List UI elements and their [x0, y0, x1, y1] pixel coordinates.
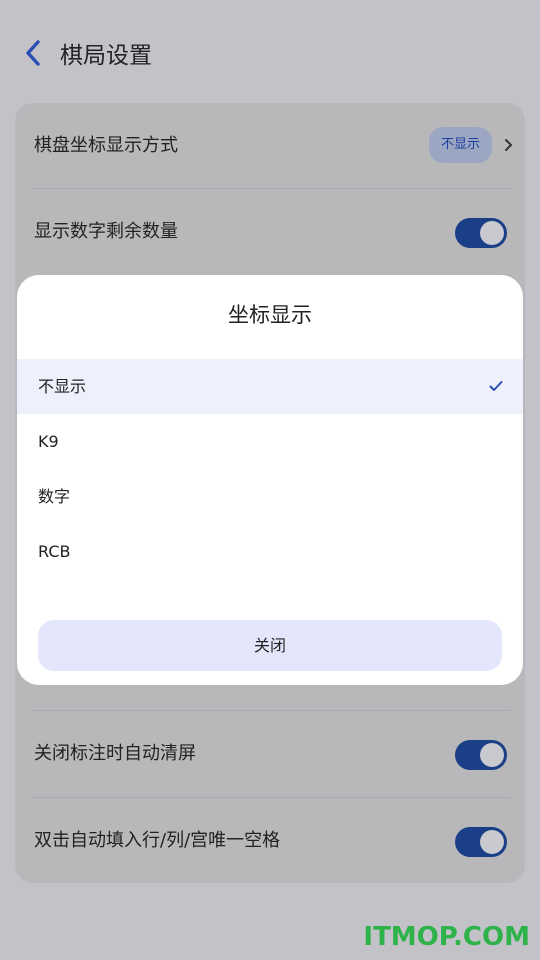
back-arrow-icon[interactable] [22, 38, 44, 68]
setting-label: 双击自动填入行/列/宫唯一空格 [34, 830, 281, 851]
setting-label: 棋盘坐标显示方式 [34, 135, 178, 156]
setting-row-show-remaining-count: 显示数字剩余数量 [15, 189, 525, 275]
option-label: 不显示 [38, 377, 87, 396]
close-button[interactable]: 关闭 [38, 620, 502, 671]
option-rcb[interactable]: RCB [17, 524, 523, 579]
page-title: 棋局设置 [60, 43, 152, 69]
dialog-title: 坐标显示 [228, 303, 312, 327]
option-none[interactable]: 不显示 [17, 359, 523, 414]
option-label: K9 [38, 432, 59, 451]
coordinate-value-badge[interactable]: 不显示 [428, 127, 492, 163]
toggle-switch[interactable] [455, 740, 507, 770]
checkmark-icon [489, 381, 503, 391]
option-k9[interactable]: K9 [17, 414, 523, 469]
option-label: RCB [38, 542, 71, 561]
chevron-right-icon [505, 139, 512, 151]
setting-row-coordinate-display[interactable]: 棋盘坐标显示方式 不显示 [15, 103, 525, 189]
header: 棋局设置 [0, 0, 540, 100]
setting-label: 显示数字剩余数量 [34, 221, 178, 242]
toggle-knob [480, 221, 504, 245]
watermark: ITMOP.COM [363, 922, 530, 952]
toggle-knob [480, 743, 504, 767]
setting-row-double-click-fill: 双击自动填入行/列/宫唯一空格 [15, 798, 525, 884]
option-label: 数字 [38, 487, 71, 506]
option-number[interactable]: 数字 [17, 469, 523, 524]
coordinate-display-dialog: 坐标显示 不显示 K9 数字 RCB 关闭 [17, 275, 523, 685]
toggle-switch[interactable] [455, 218, 507, 248]
setting-row-auto-clear: 关闭标注时自动清屏 [15, 711, 525, 797]
setting-label: 关闭标注时自动清屏 [34, 743, 196, 764]
toggle-switch[interactable] [455, 827, 507, 857]
toggle-knob [480, 830, 504, 854]
